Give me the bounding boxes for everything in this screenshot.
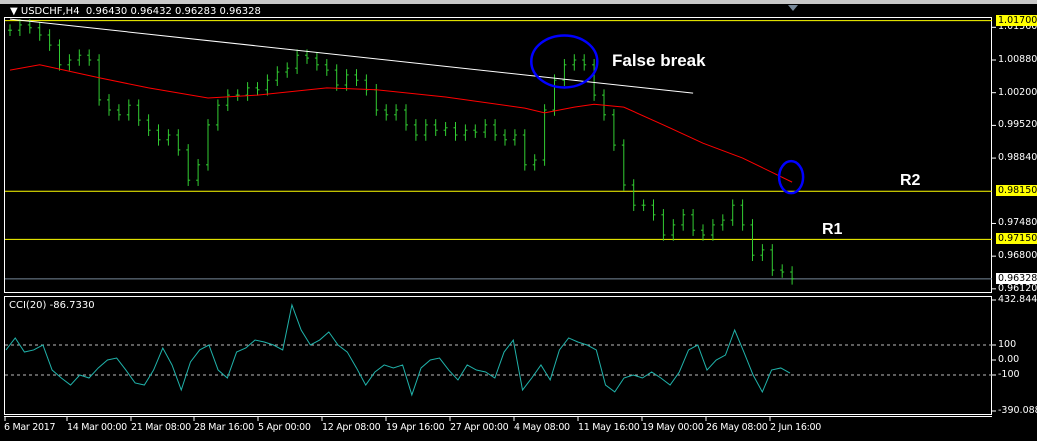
cci-tick-label: -390.0885 — [998, 405, 1037, 416]
time-tick-label: 28 Mar 16:00 — [194, 422, 254, 433]
time-tick-label: 21 Mar 08:00 — [131, 422, 191, 433]
time-tick-label: 2 Jun 16:00 — [770, 422, 822, 433]
time-tick-label: 5 Apr 00:00 — [258, 422, 311, 433]
cci-panel-frame — [4, 296, 992, 415]
time-tick-label: 4 May 08:00 — [514, 422, 570, 433]
moving-average-line — [9, 64, 793, 183]
r1-annotation: R1 — [822, 221, 843, 238]
cci-line — [5, 303, 791, 397]
price-tick-label: 0.96120 — [998, 282, 1037, 294]
chart-title: ▼ USDCHF,H4 0.96430 0.96432 0.96283 0.96… — [10, 6, 261, 17]
time-tick-label: 19 May 00:00 — [642, 422, 704, 433]
time-tick-label: 19 Apr 16:00 — [386, 422, 445, 433]
time-tick-label: 12 Apr 08:00 — [322, 422, 381, 433]
ohlc-readout: 0.96430 0.96432 0.96283 0.96328 — [85, 6, 261, 17]
current-price-label: 0.96328 — [996, 272, 1037, 284]
chart-canvas[interactable] — [0, 0, 1037, 441]
false-break-annotation: False break — [612, 51, 706, 70]
cci-tick-label: -100 — [998, 369, 1020, 380]
price-tick-label: 1.00200 — [998, 86, 1037, 98]
time-tick-label: 14 Mar 00:00 — [67, 422, 127, 433]
r2-annotation: R2 — [900, 172, 921, 189]
cci-tick-label: 0.00 — [998, 354, 1020, 365]
time-tick-label: 26 May 08:00 — [706, 422, 768, 433]
price-tick-label: 0.99520 — [998, 119, 1037, 131]
level-price-label: 0.98150 — [996, 185, 1037, 197]
cci-tick-label: 100 — [998, 339, 1017, 350]
time-tick-label: 6 Mar 2017 — [4, 422, 56, 433]
price-tick-label: 1.00880 — [998, 54, 1037, 65]
level-price-label: 0.97150 — [996, 233, 1037, 245]
cci-tick-label: 432.8441 — [998, 294, 1037, 305]
price-tick-label: 0.98840 — [998, 152, 1037, 164]
trendline — [9, 18, 694, 94]
cci-title: CCI(20) -86.7330 — [9, 300, 95, 311]
triangle-down-icon[interactable]: ▼ — [10, 6, 21, 17]
price-tick-label: 0.97480 — [998, 217, 1037, 229]
chart-shift-marker-icon — [788, 5, 798, 11]
trading-chart-window: ▼ USDCHF,H4 0.96430 0.96432 0.96283 0.96… — [0, 0, 1037, 441]
symbol-label: USDCHF,H4 — [20, 6, 80, 17]
level-price-label: 1.01700 — [996, 14, 1037, 26]
time-tick-label: 27 Apr 00:00 — [450, 422, 509, 433]
time-tick-label: 11 May 16:00 — [578, 422, 640, 433]
price-tick-label: 0.96800 — [998, 250, 1037, 262]
main-panel-frame — [4, 17, 992, 293]
